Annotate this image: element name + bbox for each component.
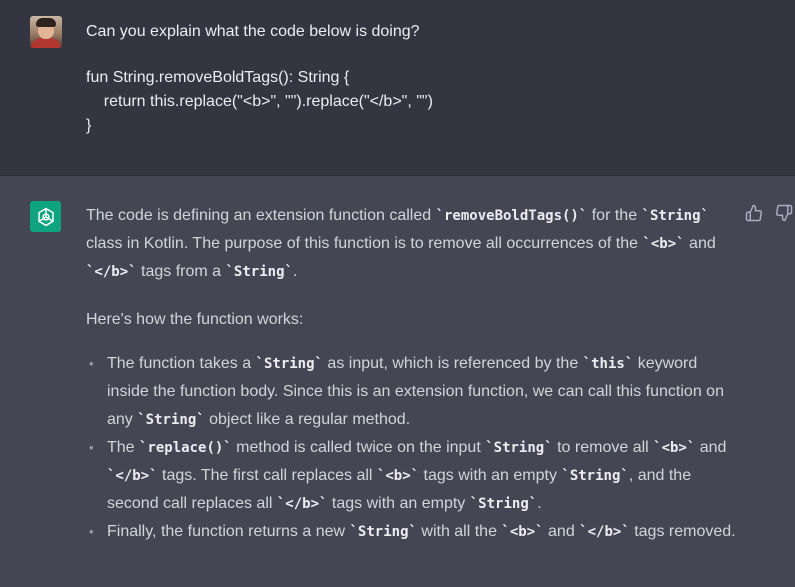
inline-code: `</b>` xyxy=(276,496,328,512)
bullet-list: The function takes a `String` as input, … xyxy=(86,350,736,546)
inline-code: `<b>` xyxy=(376,468,420,484)
inline-code: `String` xyxy=(561,468,629,484)
inline-code: `String` xyxy=(469,496,538,512)
inline-code: `String` xyxy=(137,412,205,428)
user-avatar xyxy=(30,16,62,48)
user-code-line: } xyxy=(86,117,92,134)
inline-code: `</b>` xyxy=(86,264,137,280)
inline-code: `String` xyxy=(349,524,417,540)
assistant-message: The code is defining an extension functi… xyxy=(0,176,795,587)
inline-code: `String` xyxy=(485,440,553,456)
thumbs-up-icon[interactable] xyxy=(745,204,763,222)
list-item: The `replace()` method is called twice o… xyxy=(86,434,736,518)
inline-code: `replace()` xyxy=(139,440,232,456)
inline-code: `</b>` xyxy=(579,524,630,540)
user-prompt: Can you explain what the code below is d… xyxy=(86,23,420,40)
inline-code: `String` xyxy=(225,264,293,280)
list-item: Finally, the function returns a new `Str… xyxy=(86,518,736,546)
assistant-message-text: The code is defining an extension functi… xyxy=(86,202,736,546)
feedback-buttons xyxy=(745,204,795,222)
inline-code: `<b>` xyxy=(642,236,685,252)
chat-conversation: Can you explain what the code below is d… xyxy=(0,0,795,587)
inline-code: `this` xyxy=(582,356,634,372)
user-message-text: Can you explain what the code below is d… xyxy=(86,20,766,138)
user-message: Can you explain what the code below is d… xyxy=(0,0,795,176)
inline-code: `<b>` xyxy=(501,524,544,540)
thumbs-down-icon[interactable] xyxy=(775,204,793,222)
inline-code: `String` xyxy=(255,356,323,372)
inline-code: `</b>` xyxy=(107,468,158,484)
user-code-line: return this.replace("<b>", "").replace("… xyxy=(86,93,433,110)
user-code-line: fun String.removeBoldTags(): String { xyxy=(86,69,350,86)
openai-logo-icon xyxy=(30,201,61,232)
assistant-paragraph: The code is defining an extension functi… xyxy=(86,207,716,280)
inline-code: `<b>` xyxy=(653,440,696,456)
list-item: The function takes a `String` as input, … xyxy=(86,350,736,434)
inline-code: `removeBoldTags()` xyxy=(435,208,588,224)
inline-code: `String` xyxy=(641,208,709,224)
assistant-paragraph: Here's how the function works: xyxy=(86,311,304,328)
